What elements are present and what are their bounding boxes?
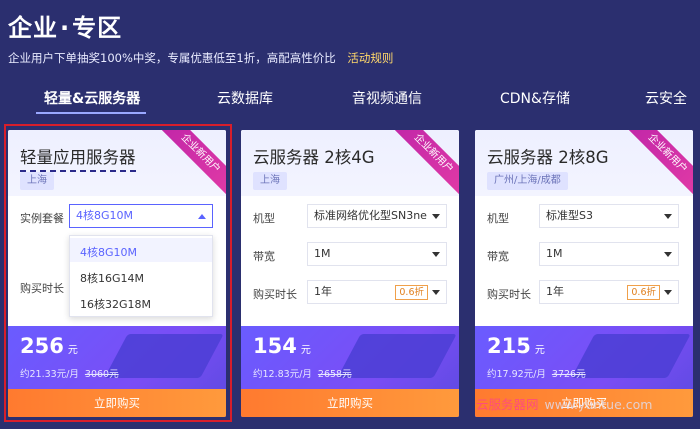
duration-label: 购买时长	[487, 288, 531, 301]
bandwidth-label: 带宽	[487, 250, 509, 263]
duration-select[interactable]: 1年 0.6折	[539, 280, 679, 304]
price-unit: 元	[67, 345, 78, 356]
duration-select[interactable]: 1年 0.6折	[307, 280, 447, 304]
buy-now-button[interactable]: 立即购买	[241, 389, 459, 417]
page-subtitle: 企业用户下单抽奖100%中奖，专属优惠低至1折，高配高性价比 活动规则	[8, 50, 393, 66]
category-tabs: 轻量&云服务器 云数据库 音视频通信 CDN&存储 云安全	[0, 84, 700, 116]
monthly-value: 约17.92元/月	[487, 369, 546, 380]
chevron-up-icon	[198, 214, 206, 219]
page-title-dot: ·	[60, 14, 71, 42]
duration-label: 购买时长	[253, 288, 297, 301]
server-illustration	[104, 334, 224, 378]
region-badge: 上海	[20, 172, 54, 190]
dropdown-option[interactable]: 8核16G14M	[80, 270, 144, 286]
price: 256 元	[20, 334, 78, 358]
instance-type-select[interactable]: 标准网络优化型SN3ne	[307, 204, 447, 228]
bandwidth-select[interactable]: 1M	[307, 242, 447, 266]
tab-database[interactable]: 云数据库	[217, 88, 273, 108]
monthly-value: 约21.33元/月	[20, 369, 79, 380]
region-badge: 广州/上海/成都	[487, 172, 568, 190]
price: 154 元	[253, 334, 311, 358]
instance-type-label: 机型	[253, 212, 275, 225]
tab-cdn-storage[interactable]: CDN&存储	[500, 88, 570, 108]
duration-value: 1年	[546, 285, 564, 298]
tab-lightweight-server[interactable]: 轻量&云服务器	[44, 88, 140, 108]
chevron-down-icon	[432, 290, 440, 295]
card-title: 云服务器 2核8G	[487, 148, 609, 167]
active-tab-indicator	[36, 112, 146, 114]
price-panel: 256 元 约21.33元/月 3060元 立即购买	[8, 326, 226, 417]
instance-type-select[interactable]: 标准型S3	[539, 204, 679, 228]
original-price: 3726元	[551, 369, 586, 380]
card-title: 云服务器 2核4G	[253, 148, 375, 167]
page-title-tail: 专区	[72, 14, 123, 42]
chevron-down-icon	[664, 252, 672, 257]
plan-select[interactable]: 4核8G10M	[69, 204, 213, 228]
product-card-2c4g: 企业新用户 云服务器 2核4G 上海 机型 标准网络优化型SN3ne 带宽 1M…	[241, 130, 459, 417]
instance-type-value: 标准型S3	[546, 209, 593, 222]
price-value: 256	[20, 334, 64, 358]
watermark: 云服务器网 www.yuntue.com	[476, 394, 652, 413]
dropdown-option[interactable]: 4核8G10M	[80, 244, 137, 260]
price-unit: 元	[534, 345, 545, 356]
discount-badge: 0.6折	[395, 285, 428, 300]
price: 215 元	[487, 334, 545, 358]
promo-text: 企业用户下单抽奖100%中奖，专属优惠低至1折，高配高性价比	[8, 51, 336, 65]
page: 企业·专区 企业用户下单抽奖100%中奖，专属优惠低至1折，高配高性价比 活动规…	[0, 0, 700, 429]
page-title-main: 企业	[8, 14, 58, 42]
watermark-cn: 云服务器网	[476, 397, 539, 412]
chevron-down-icon	[432, 252, 440, 257]
price-value: 154	[253, 334, 297, 358]
buy-now-button[interactable]: 立即购买	[8, 389, 226, 417]
chevron-down-icon	[664, 214, 672, 219]
plan-dropdown: 4核8G10M 8核16G14M 16核32G18M	[69, 235, 213, 317]
discount-badge: 0.6折	[627, 285, 660, 300]
card-title: 轻量应用服务器	[20, 144, 136, 172]
region-badge: 上海	[253, 172, 287, 190]
instance-type-value: 标准网络优化型SN3ne	[314, 209, 427, 222]
product-card-2c8g: 企业新用户 云服务器 2核8G 广州/上海/成都 机型 标准型S3 带宽 1M …	[475, 130, 693, 417]
duration-label: 购买时长	[20, 282, 64, 295]
duration-value: 1年	[314, 285, 332, 298]
price-value: 215	[487, 334, 531, 358]
monthly-value: 约12.83元/月	[253, 369, 312, 380]
rules-link[interactable]: 活动规则	[347, 51, 393, 65]
instance-type-label: 机型	[487, 212, 509, 225]
bandwidth-value: 1M	[314, 247, 331, 260]
chevron-down-icon	[432, 214, 440, 219]
chevron-down-icon	[664, 290, 672, 295]
page-title: 企业·专区	[8, 8, 122, 43]
monthly-price: 约17.92元/月 3726元	[487, 366, 586, 380]
original-price: 3060元	[84, 369, 119, 380]
tab-av-communication[interactable]: 音视频通信	[352, 88, 422, 108]
monthly-price: 约12.83元/月 2658元	[253, 366, 352, 380]
server-illustration	[571, 334, 691, 378]
monthly-price: 约21.33元/月 3060元	[20, 366, 119, 380]
price-unit: 元	[300, 345, 311, 356]
price-panel: 154 元 约12.83元/月 2658元 立即购买	[241, 326, 459, 417]
plan-label: 实例套餐	[20, 212, 64, 225]
server-illustration	[337, 334, 457, 378]
watermark-en: www.yuntue.com	[544, 397, 653, 412]
dropdown-option[interactable]: 16核32G18M	[80, 296, 151, 312]
original-price: 2658元	[317, 369, 352, 380]
tab-security[interactable]: 云安全	[645, 88, 687, 108]
bandwidth-label: 带宽	[253, 250, 275, 263]
plan-select-value: 4核8G10M	[76, 209, 134, 222]
bandwidth-select[interactable]: 1M	[539, 242, 679, 266]
bandwidth-value: 1M	[546, 247, 563, 260]
